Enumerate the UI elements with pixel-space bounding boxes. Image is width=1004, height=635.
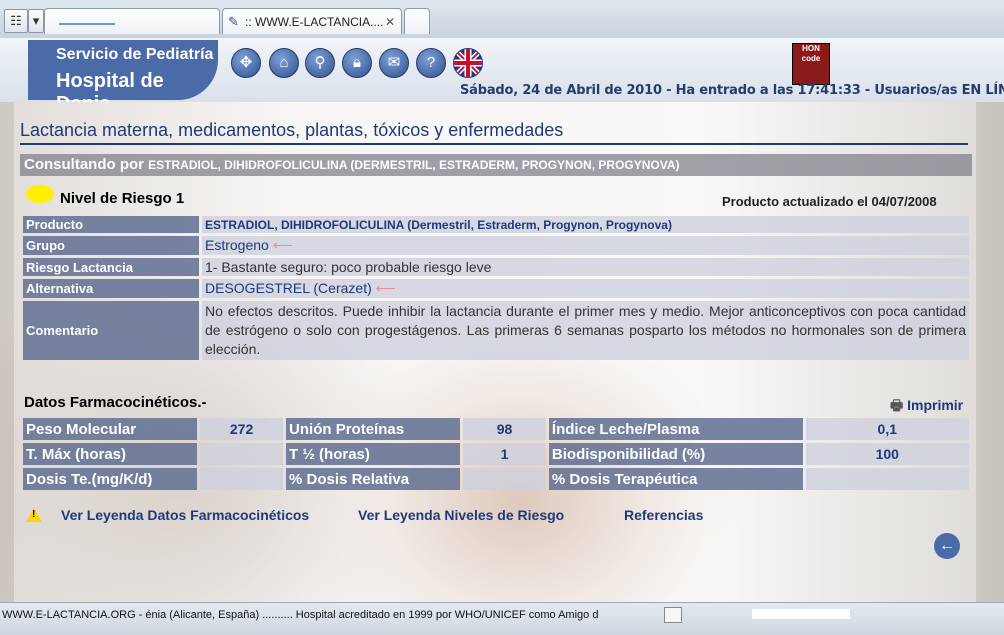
- updated-label: Producto actualizado el: [722, 194, 868, 209]
- updated-info: Producto actualizado el 04/07/2008: [722, 194, 937, 209]
- tab-e-lactancia[interactable]: ✎ :: WWW.E-LACTANCIA.... ✕: [222, 8, 402, 34]
- grupo-cell: Estrogeno ⟵: [202, 236, 969, 255]
- date-line: Sábado, 24 de Abril de 2010 - Ha entrado…: [460, 83, 1004, 98]
- hon-code-badge[interactable]: HON code: [792, 43, 830, 85]
- rel-label: % Dosis Relativa: [286, 468, 461, 490]
- table-row: T. Máx (horas) T ½ (horas) 1 Biodisponib…: [23, 443, 969, 465]
- leyenda-pk-link[interactable]: Ver Leyenda Datos Farmacocinéticos: [61, 507, 309, 523]
- bio-value: 100: [805, 443, 969, 465]
- producto-value: ESTRADIOL, DIHIDROFOLICULINA (Dermestril…: [202, 216, 969, 233]
- riesgo-label: Riesgo Lactancia: [23, 258, 199, 276]
- pk-section-title: Datos Farmacocinéticos.-: [24, 394, 207, 411]
- back-arrow-icon[interactable]: ←: [934, 533, 960, 559]
- close-icon[interactable]: ✕: [385, 9, 395, 35]
- risk-level: Nivel de Riesgo 1: [60, 190, 185, 207]
- lock-icon[interactable]: 🔒︎: [342, 48, 372, 78]
- favicon-icon: ✎: [228, 14, 239, 29]
- table-row: Riesgo Lactancia 1- Bastante seguro: poc…: [23, 258, 969, 276]
- hospital-logo[interactable]: Servicio de Pediatría Hospital de Denia: [28, 40, 218, 115]
- table-row: Comentario No efectos descritos. Puede i…: [23, 301, 969, 360]
- chevron-down-icon: ▾: [32, 13, 40, 28]
- thalf-value: 1: [463, 443, 546, 465]
- tab-blank[interactable]: [44, 8, 220, 34]
- table-row: Alternativa DESOGESTREL (Cerazet) ⟵: [23, 279, 969, 298]
- union-value: 98: [463, 418, 546, 440]
- rel-value: [463, 468, 546, 490]
- risk-level-dot: [26, 185, 54, 203]
- table-row: Grupo Estrogeno ⟵: [23, 236, 969, 255]
- consult-value: ESTRADIOL, DIHIDROFOLICULINA (DERMESTRIL…: [148, 158, 680, 172]
- printer-icon: 🖶︎: [890, 397, 904, 413]
- title-underline: [20, 143, 968, 145]
- tmax-label: T. Máx (horas): [23, 443, 198, 465]
- referencias-link[interactable]: Referencias: [624, 507, 703, 523]
- browser-tab-bar: ☷ ▾ ✎ :: WWW.E-LACTANCIA.... ✕: [0, 0, 1004, 39]
- product-details-table: Producto ESTRADIOL, DIHIDROFOLICULINA (D…: [20, 213, 972, 363]
- tab-title: :: WWW.E-LACTANCIA....: [245, 15, 384, 29]
- producto-label: Producto: [23, 216, 199, 233]
- union-label: Unión Proteínas: [286, 418, 461, 440]
- indice-value: 0,1: [805, 418, 969, 440]
- consult-label: Consultando por: [24, 156, 144, 173]
- peso-label: Peso Molecular: [23, 418, 198, 440]
- consult-bar: Consultando por ESTRADIOL, DIHIDROFOLICU…: [20, 154, 972, 176]
- arrow-left-icon: ⟵: [272, 237, 293, 253]
- warning-icon: !: [26, 508, 42, 522]
- search-icon[interactable]: ⚲: [305, 48, 335, 78]
- alternativa-cell: DESOGESTREL (Cerazet) ⟵: [202, 279, 969, 298]
- comentario-label: Comentario: [23, 301, 199, 360]
- pk-table: Peso Molecular 272 Unión Proteínas 98 Ín…: [20, 415, 972, 493]
- peso-value: 272: [200, 418, 284, 440]
- logo-line1: Servicio de Pediatría: [56, 46, 214, 63]
- grid-icon: ☷: [10, 13, 22, 28]
- bio-label: Biodisponibilidad (%): [548, 443, 803, 465]
- help-icon[interactable]: ?: [416, 48, 446, 78]
- ter-value: [805, 468, 969, 490]
- move-icon[interactable]: ✥: [231, 48, 261, 78]
- mail-icon[interactable]: ✉: [379, 48, 409, 78]
- arrow-left-icon: ⟵: [375, 280, 396, 296]
- leyenda-riesgo-link[interactable]: Ver Leyenda Niveles de Riesgo: [358, 507, 564, 523]
- status-text: WWW.E-LACTANCIA.ORG - énia (Alicante, Es…: [2, 609, 599, 621]
- riesgo-value: 1- Bastante seguro: poco probable riesgo…: [202, 258, 969, 276]
- updated-date: 04/07/2008: [871, 194, 937, 209]
- table-row: Peso Molecular 272 Unión Proteínas 98 Ín…: [23, 418, 969, 440]
- progress-area: [752, 609, 850, 619]
- page-icon: [664, 607, 682, 623]
- dosis-value: [200, 468, 284, 490]
- hon-code-label: HON code: [801, 44, 821, 63]
- indice-label: Índice Leche/Plasma: [548, 418, 803, 440]
- home-icon[interactable]: ⌂: [269, 48, 299, 78]
- alternativa-link[interactable]: DESOGESTREL (Cerazet): [205, 280, 372, 296]
- page-title: Lactancia materna, medicamentos, plantas…: [20, 120, 564, 140]
- table-row: Producto ESTRADIOL, DIHIDROFOLICULINA (D…: [23, 216, 969, 233]
- alternativa-label: Alternativa: [23, 279, 199, 298]
- tmax-value: [200, 443, 284, 465]
- dosis-label: Dosis Te.(mg/K/d): [23, 468, 198, 490]
- tab-grid-button[interactable]: ☷: [4, 9, 28, 33]
- ter-label: % Dosis Terapéutica: [548, 468, 803, 490]
- grupo-label: Grupo: [23, 236, 199, 255]
- tab-dropdown-button[interactable]: ▾: [28, 9, 44, 33]
- loading-bar: [59, 23, 115, 25]
- print-label: Imprimir: [907, 397, 964, 413]
- grupo-link[interactable]: Estrogeno: [205, 237, 269, 253]
- table-row: Dosis Te.(mg/K/d) % Dosis Relativa % Dos…: [23, 468, 969, 490]
- uk-flag-icon[interactable]: [453, 48, 483, 78]
- status-bar: WWW.E-LACTANCIA.ORG - énia (Alicante, Es…: [0, 602, 1004, 635]
- thalf-label: T ½ (horas): [286, 443, 461, 465]
- new-tab-button[interactable]: [404, 8, 430, 34]
- comentario-value: No efectos descritos. Puede inhibir la l…: [202, 301, 969, 360]
